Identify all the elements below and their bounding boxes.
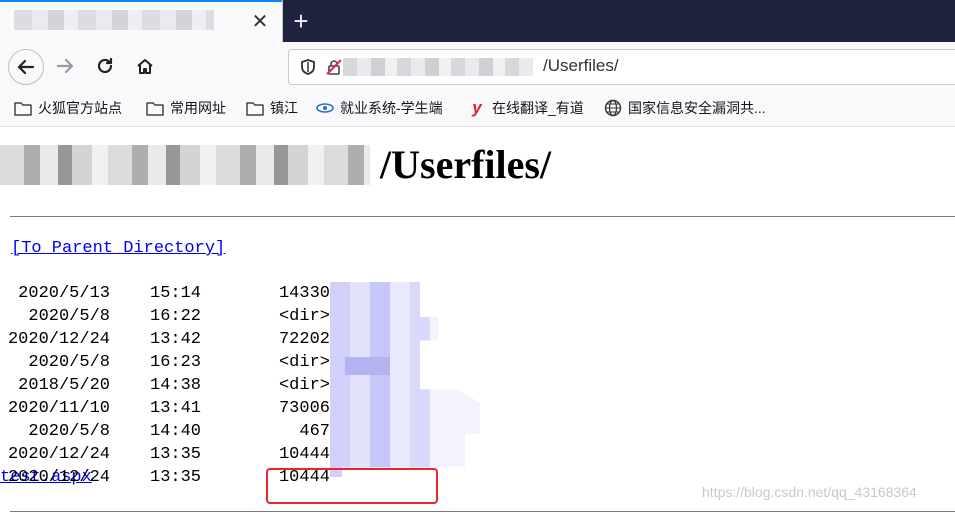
bookmark-label: 镇江 xyxy=(270,100,298,116)
listing-row: 2020/5/8 16:22 <dir> xyxy=(0,307,330,330)
home-icon xyxy=(137,59,153,74)
entry-size: <dir> xyxy=(278,376,330,395)
bookmark-label: 就业系统-学生端 xyxy=(340,100,443,116)
home-button[interactable] xyxy=(128,49,162,83)
entry-date: 2020/5/8 xyxy=(28,422,110,441)
back-button[interactable] xyxy=(8,49,44,85)
folder-icon xyxy=(246,99,264,117)
entry-date: 2020/12/24 xyxy=(7,445,110,464)
parent-directory-link[interactable]: [To Parent Directory] xyxy=(11,239,225,258)
entry-date: 2020/12/24 xyxy=(7,468,110,487)
bookmark-label: 国家信息安全漏洞共... xyxy=(628,100,766,116)
listing-row: 2020/5/8 14:40 467 xyxy=(0,422,330,445)
entry-time: 13:35 xyxy=(150,445,202,464)
entry-date: 2020/12/24 xyxy=(7,330,110,349)
forward-arrow-icon xyxy=(56,58,74,74)
bookmark-cnvd[interactable]: 国家信息安全漏洞共... xyxy=(604,98,766,118)
entry-time: 16:22 xyxy=(150,307,202,326)
entry-date: 2020/5/8 xyxy=(28,307,110,326)
youdao-icon: y xyxy=(472,98,482,117)
listing-row: 2020/12/24 13:35 10444 xyxy=(0,445,330,468)
entry-date: 2018/5/20 xyxy=(18,376,110,395)
entry-time: 13:35 xyxy=(150,468,202,487)
site-icon xyxy=(316,99,334,117)
page-content: /Userfiles/ [To Parent Directory] 2020/5… xyxy=(0,127,955,513)
page-title: /Userfiles/ xyxy=(380,142,552,187)
entry-size: 14330 xyxy=(278,284,330,303)
bottom-divider xyxy=(10,511,955,512)
tab-accent-line xyxy=(0,0,282,2)
entry-size: 467 xyxy=(299,422,330,441)
listing-row: 2020/5/13 15:14 14330 xyxy=(0,284,330,307)
listing-row: 2020/5/8 16:23 <dir> xyxy=(0,353,330,376)
entry-date: 2020/5/13 xyxy=(18,284,110,303)
redacted-filenames-block xyxy=(345,357,390,375)
top-divider xyxy=(10,216,955,217)
bookmark-employment-system[interactable]: 就业系统-学生端 xyxy=(316,98,443,118)
entry-date: 2020/5/8 xyxy=(28,353,110,372)
entry-time: 16:23 xyxy=(150,353,202,372)
watermark: https://blog.csdn.net/qq_43168364 xyxy=(702,484,917,500)
folder-icon xyxy=(14,99,32,117)
bookmark-label: 火狐官方站点 xyxy=(38,100,122,116)
globe-icon xyxy=(604,99,622,117)
url-path[interactable]: /Userfiles/ xyxy=(543,56,619,76)
entry-size: <dir> xyxy=(278,307,330,326)
tab-close-icon[interactable]: ✕ xyxy=(248,9,272,33)
listing-row: 2020/12/24 13:42 72202 xyxy=(0,330,330,353)
entry-size: 73006 xyxy=(278,399,330,418)
url-host-redacted xyxy=(343,58,533,76)
bookmark-youdao[interactable]: y 在线翻译_有道 xyxy=(468,98,584,118)
listing-row: 2018/5/20 14:38 <dir> xyxy=(0,376,330,399)
entry-time: 15:14 xyxy=(150,284,202,303)
heading-host-redacted xyxy=(0,145,370,185)
address-bar[interactable]: /Userfiles/ xyxy=(288,49,955,85)
entry-time: 13:41 xyxy=(150,399,202,418)
insecure-lock-icon[interactable] xyxy=(325,58,343,76)
back-arrow-icon xyxy=(17,59,35,75)
tab-strip: ✕ + xyxy=(0,0,955,42)
entry-size: <dir> xyxy=(278,353,330,372)
bookmarks-toolbar: 火狐官方站点 常用网址 镇江 就业系统-学生端 y 在线翻译_有道 国家信息安全… xyxy=(0,90,955,127)
shield-icon[interactable] xyxy=(299,58,317,76)
bookmark-label: 常用网址 xyxy=(170,100,226,116)
active-tab[interactable]: ✕ xyxy=(0,0,283,42)
bookmark-label: 在线翻译_有道 xyxy=(492,100,584,116)
highlight-annotation xyxy=(266,468,438,504)
bookmark-zhenjiang[interactable]: 镇江 xyxy=(246,98,298,118)
entry-size: 72202 xyxy=(278,330,330,349)
reload-button[interactable] xyxy=(88,49,122,83)
listing-row: 2020/12/24 13:35 10444 test.aspx xyxy=(0,468,330,491)
entry-time: 14:40 xyxy=(150,422,202,441)
folder-icon xyxy=(146,99,164,117)
redacted-filenames xyxy=(330,282,480,477)
new-tab-button[interactable]: + xyxy=(286,6,316,36)
bookmark-firefox-official[interactable]: 火狐官方站点 xyxy=(14,98,122,118)
bookmark-common-sites[interactable]: 常用网址 xyxy=(146,98,226,118)
tab-title-redacted xyxy=(14,10,214,30)
listing-row: 2020/11/10 13:41 73006 xyxy=(0,399,330,422)
entry-time: 14:38 xyxy=(150,376,202,395)
reload-icon xyxy=(97,57,113,74)
forward-button[interactable] xyxy=(48,49,82,83)
entry-date: 2020/11/10 xyxy=(7,399,110,418)
navigation-toolbar: /Userfiles/ xyxy=(0,42,955,90)
entry-time: 13:42 xyxy=(150,330,202,349)
directory-listing: 2020/5/13 15:14 14330 2020/5/8 16:22 <dir> 2… xyxy=(0,284,330,491)
entry-size: 10444 xyxy=(278,445,330,464)
